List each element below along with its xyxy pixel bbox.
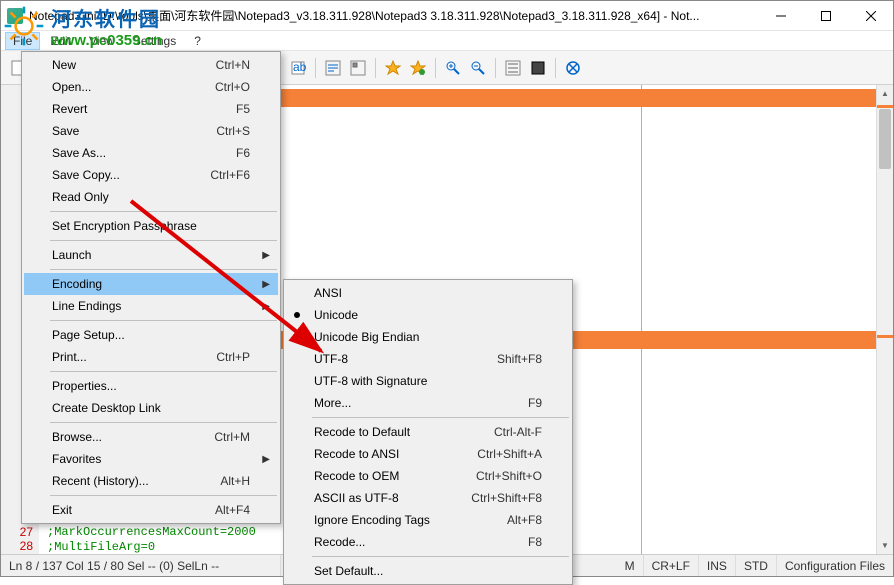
encoding-menu-item-recode-to-oem[interactable]: Recode to OEMCtrl+Shift+O xyxy=(286,465,570,487)
menu-view[interactable]: View xyxy=(81,32,123,50)
minimize-button[interactable] xyxy=(758,1,803,30)
tb-scheme[interactable] xyxy=(502,57,524,79)
maximize-button[interactable] xyxy=(803,1,848,30)
menu-file[interactable]: File xyxy=(5,32,40,50)
status-eol[interactable]: CR+LF xyxy=(644,555,699,576)
file-menu-item-read-only[interactable]: Read Only xyxy=(24,186,278,208)
file-menu: NewCtrl+NOpen...Ctrl+ORevertF5SaveCtrl+S… xyxy=(21,51,281,524)
encoding-menu-item-set-default-[interactable]: Set Default... xyxy=(286,560,570,582)
app-icon xyxy=(7,8,23,24)
file-menu-item-create-desktop-link[interactable]: Create Desktop Link xyxy=(24,397,278,419)
file-menu-item-revert[interactable]: RevertF5 xyxy=(24,98,278,120)
file-menu-item-properties-[interactable]: Properties... xyxy=(24,375,278,397)
status-scheme[interactable]: Configuration Files xyxy=(777,555,893,576)
lineno-27: 27 xyxy=(1,525,33,539)
file-menu-item-save[interactable]: SaveCtrl+S xyxy=(24,120,278,142)
encoding-menu-item-ascii-as-utf-8[interactable]: ASCII as UTF-8Ctrl+Shift+F8 xyxy=(286,487,570,509)
file-menu-item-print-[interactable]: Print...Ctrl+P xyxy=(24,346,278,368)
encoding-menu-item-recode-to-default[interactable]: Recode to DefaultCtrl-Alt-F xyxy=(286,421,570,443)
file-menu-item-save-copy-[interactable]: Save Copy...Ctrl+F6 xyxy=(24,164,278,186)
tb-exit[interactable] xyxy=(562,57,584,79)
tb-custom[interactable] xyxy=(527,57,549,79)
encoding-menu-item-utf-8[interactable]: UTF-8Shift+F8 xyxy=(286,348,570,370)
lineno-28: 28 xyxy=(1,539,33,553)
vertical-scrollbar[interactable]: ▲ ▼ xyxy=(876,85,893,554)
file-menu-item-favorites[interactable]: Favorites▶ xyxy=(24,448,278,470)
scrollbar-marker xyxy=(877,335,893,338)
code-line-28: ;MultiFileArg=0 xyxy=(47,540,155,554)
file-menu-item-exit[interactable]: ExitAlt+F4 xyxy=(24,499,278,521)
encoding-menu-item-recode-to-ansi[interactable]: Recode to ANSICtrl+Shift+A xyxy=(286,443,570,465)
encoding-menu-item-more-[interactable]: More...F9 xyxy=(286,392,570,414)
file-menu-item-save-as-[interactable]: Save As...F6 xyxy=(24,142,278,164)
window-title: Notepad3.ini [D:\tools\桌面\河东软件园\Notepad3… xyxy=(29,7,758,24)
scrollbar-thumb[interactable] xyxy=(879,109,891,169)
menu-help[interactable]: ? xyxy=(186,32,209,50)
tb-zoomin[interactable] xyxy=(442,57,464,79)
tb-fav-manage[interactable] xyxy=(407,57,429,79)
encoding-menu-item-unicode-big-endian[interactable]: Unicode Big Endian xyxy=(286,326,570,348)
encoding-menu-item-unicode[interactable]: Unicode xyxy=(286,304,570,326)
scroll-down-icon[interactable]: ▼ xyxy=(877,537,893,554)
file-menu-item-encoding[interactable]: Encoding▶ xyxy=(24,273,278,295)
tb-fav-add[interactable] xyxy=(382,57,404,79)
file-menu-item-launch[interactable]: Launch▶ xyxy=(24,244,278,266)
file-menu-item-browse-[interactable]: Browse...Ctrl+M xyxy=(24,426,278,448)
status-ins[interactable]: INS xyxy=(699,555,736,576)
tb-settings[interactable] xyxy=(347,57,369,79)
scroll-up-icon[interactable]: ▲ xyxy=(877,85,893,102)
file-menu-item-page-setup-[interactable]: Page Setup... xyxy=(24,324,278,346)
encoding-submenu: ANSIUnicodeUnicode Big EndianUTF-8Shift+… xyxy=(283,279,573,585)
title-bar: Notepad3.ini [D:\tools\桌面\河东软件园\Notepad3… xyxy=(1,1,893,31)
menu-bar: File Edit View Settings ? xyxy=(1,31,893,51)
long-line-marker xyxy=(641,85,642,554)
menu-settings[interactable]: Settings xyxy=(125,32,184,50)
close-button[interactable] xyxy=(848,1,893,30)
file-menu-item-set-encryption-passphrase[interactable]: Set Encryption Passphrase xyxy=(24,215,278,237)
code-line-27: ;MarkOccurrencesMaxCount=2000 xyxy=(47,525,256,539)
menu-edit[interactable]: Edit xyxy=(42,32,79,50)
encoding-menu-item-ignore-encoding-tags[interactable]: Ignore Encoding TagsAlt+F8 xyxy=(286,509,570,531)
encoding-menu-item-utf-8-with-signature[interactable]: UTF-8 with Signature xyxy=(286,370,570,392)
file-menu-item-open-[interactable]: Open...Ctrl+O xyxy=(24,76,278,98)
encoding-menu-item-recode-[interactable]: Recode...F8 xyxy=(286,531,570,553)
tb-replace[interactable]: ab xyxy=(287,57,309,79)
encoding-menu-item-ansi[interactable]: ANSI xyxy=(286,282,570,304)
status-std[interactable]: STD xyxy=(736,555,777,576)
file-menu-item-new[interactable]: NewCtrl+N xyxy=(24,54,278,76)
file-menu-item-line-endings[interactable]: Line Endings▶ xyxy=(24,295,278,317)
tb-wordwrap[interactable] xyxy=(322,57,344,79)
tb-zoomout[interactable] xyxy=(467,57,489,79)
scrollbar-marker xyxy=(877,105,893,108)
svg-text:ab: ab xyxy=(293,60,306,74)
status-position[interactable]: Ln 8 / 137 Col 15 / 80 Sel -- (0) SelLn … xyxy=(1,555,281,576)
file-menu-item-recent-history-[interactable]: Recent (History)...Alt+H xyxy=(24,470,278,492)
